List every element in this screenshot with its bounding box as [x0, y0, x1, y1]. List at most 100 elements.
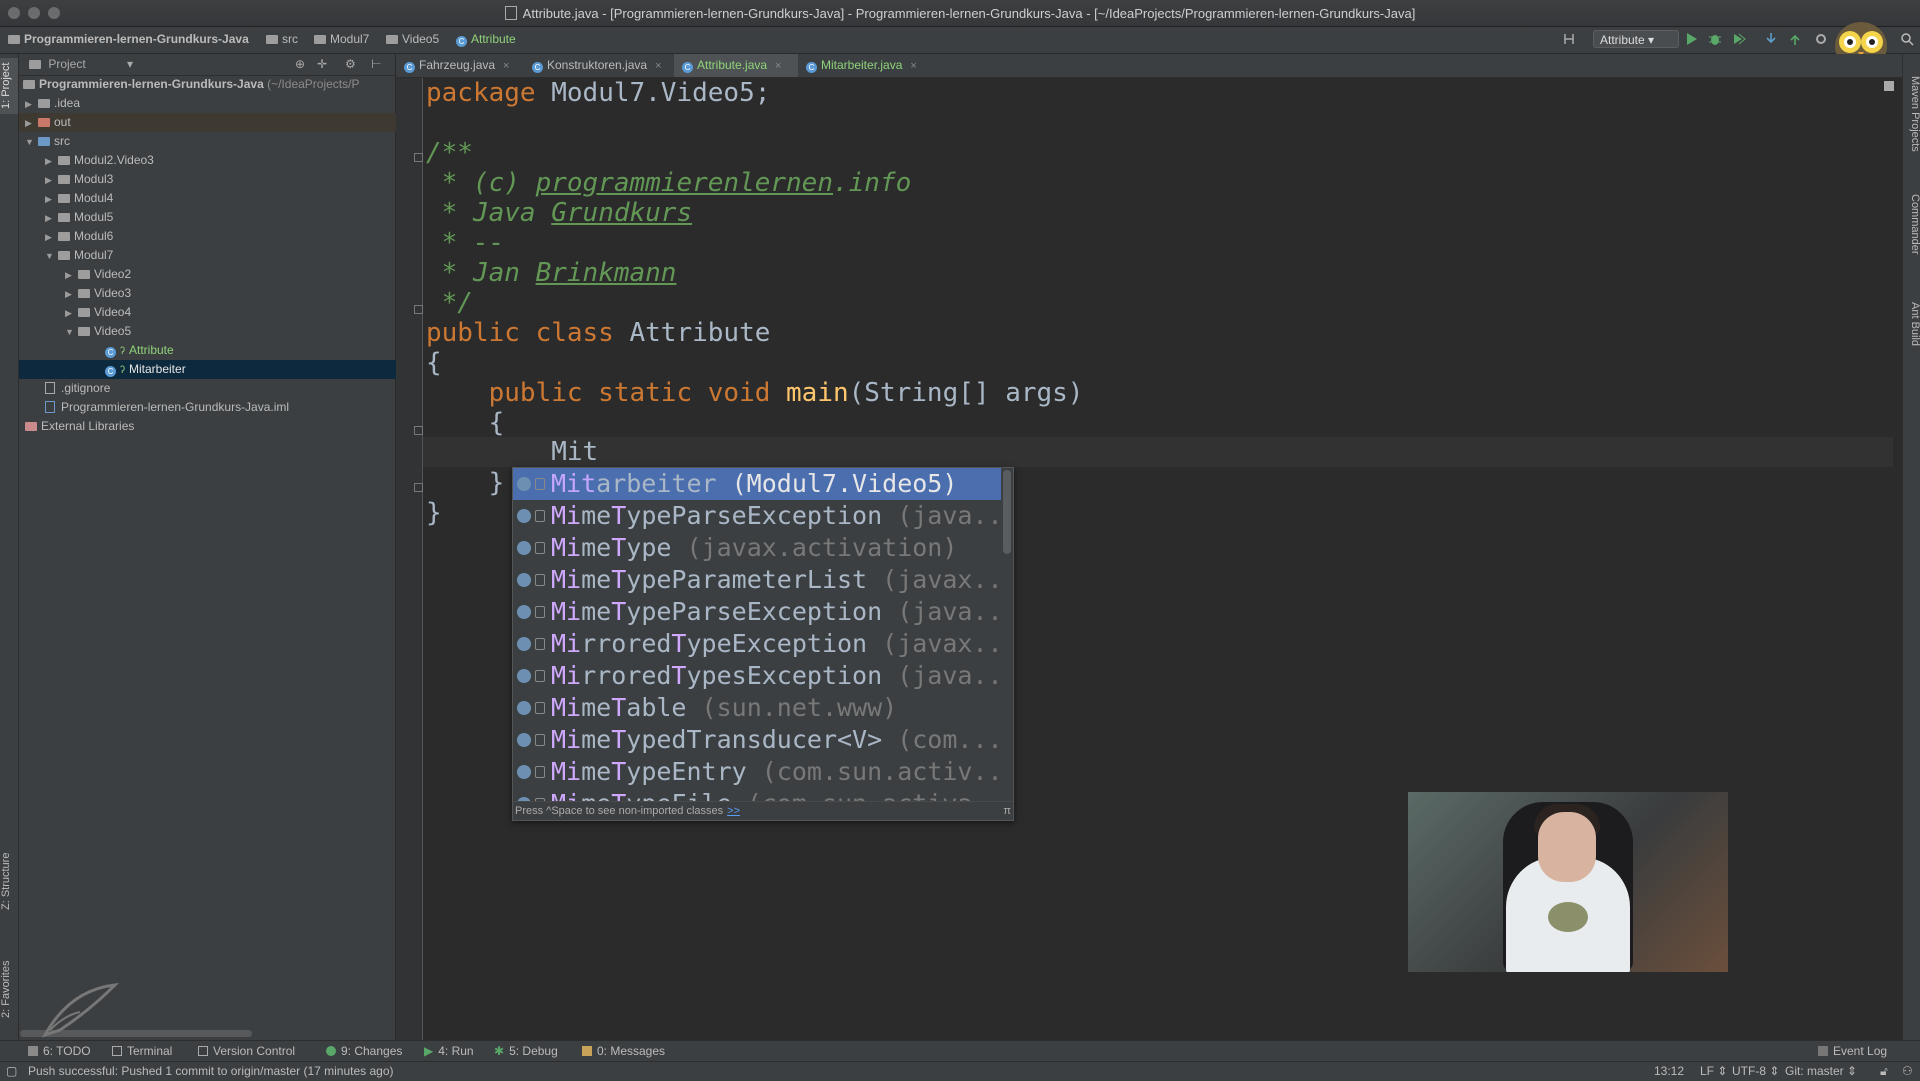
expand-arrow-icon[interactable]: ▶ — [45, 228, 55, 247]
fold-marker-icon[interactable] — [414, 483, 423, 492]
hide-panel-icon[interactable]: ⊢ — [371, 54, 381, 75]
close-icon[interactable]: × — [655, 60, 661, 72]
expand-arrow-icon[interactable]: ▶ — [25, 95, 35, 114]
collapse-arrow-icon[interactable]: ▼ — [25, 133, 35, 152]
completion-item[interactable]: Mitarbeiter (Modul7.Video5) — [513, 468, 1001, 500]
completion-item[interactable]: MimeType (javax.activation) — [513, 532, 1001, 564]
tree-item-modul3[interactable]: ▶ Modul3 — [19, 170, 421, 189]
completion-item[interactable]: MimeTypeParseException (java... — [513, 500, 1001, 532]
expand-arrow-icon[interactable]: ▶ — [45, 209, 55, 228]
scroll-from-source-icon[interactable]: ⊕ — [295, 54, 305, 75]
tab-mitarbeiter[interactable]: C Mitarbeiter.java × — [798, 54, 924, 77]
run-configuration-select[interactable]: Attribute ▾ — [1593, 30, 1679, 48]
project-view-select[interactable]: Project — [48, 57, 85, 71]
todo-tool-button[interactable]: 6: TODO — [28, 1044, 91, 1058]
vcs-update-icon[interactable] — [1764, 32, 1778, 46]
tree-item-out[interactable]: ▶ out — [19, 113, 401, 132]
fold-marker-icon[interactable] — [414, 426, 423, 435]
collapse-arrow-icon[interactable]: ▼ — [65, 323, 75, 342]
tree-item-video2[interactable]: ▶ Video2 — [19, 265, 441, 284]
completion-item[interactable]: MirroredTypesException (java... — [513, 660, 1001, 692]
messages-tool-button[interactable]: 0: Messages — [582, 1044, 665, 1058]
tree-item-project-root[interactable]: Programmieren-lernen-Grundkurs-Java (~/I… — [19, 75, 399, 94]
event-log-tool-button[interactable]: Event Log — [1818, 1044, 1887, 1058]
completion-hint-link[interactable]: >> — [727, 805, 740, 817]
tree-item-modul6[interactable]: ▶ Modul6 — [19, 227, 421, 246]
vcs-compare-icon[interactable] — [1562, 32, 1576, 46]
completion-item[interactable]: MimeTypeParameterList (javax... — [513, 564, 1001, 596]
breadcrumb-modul7[interactable]: Modul7 — [314, 32, 369, 46]
lock-icon[interactable]: 🔓︎ — [1880, 1064, 1888, 1079]
run-coverage-icon[interactable] — [1732, 32, 1746, 46]
expand-arrow-icon[interactable]: ▶ — [45, 152, 55, 171]
close-icon[interactable]: × — [910, 60, 916, 72]
caret-position[interactable]: 13:12 — [1654, 1064, 1684, 1078]
status-message[interactable]: Push successful: Pushed 1 commit to orig… — [28, 1064, 394, 1078]
debug-tool-button[interactable]: ✱ 5: Debug — [494, 1044, 558, 1058]
settings-icon[interactable] — [1814, 32, 1828, 46]
changes-tool-button[interactable]: 9: Changes — [326, 1044, 402, 1058]
tree-item-modul5[interactable]: ▶ Modul5 — [19, 208, 421, 227]
tree-item-video4[interactable]: ▶ Video4 — [19, 303, 441, 322]
encoding-select[interactable]: UTF-8 ⇕ — [1732, 1064, 1779, 1078]
close-icon[interactable]: × — [503, 60, 509, 72]
tree-item-modul4[interactable]: ▶ Modul4 — [19, 189, 421, 208]
expand-arrow-icon[interactable]: ▶ — [45, 190, 55, 209]
tree-item-idea[interactable]: ▶ .idea — [19, 94, 401, 113]
pi-icon[interactable]: π — [1003, 802, 1011, 820]
tree-item-modul2-video3[interactable]: ▶ Modul2.Video3 — [19, 151, 421, 170]
completion-item[interactable]: MimeTypeEntry (com.sun.activ... — [513, 756, 1001, 788]
expand-arrow-icon[interactable]: ▶ — [45, 171, 55, 190]
project-tool-tab[interactable]: 1: Project — [0, 58, 18, 114]
fold-marker-icon[interactable] — [414, 305, 423, 314]
tree-item-video3[interactable]: ▶ Video3 — [19, 284, 441, 303]
expand-arrow-icon[interactable]: ▶ — [65, 285, 75, 304]
fold-marker-icon[interactable] — [414, 153, 423, 162]
tool-windows-toggle-icon[interactable]: ▢ — [6, 1064, 17, 1078]
maven-projects-tool-tab[interactable]: Maven Projects — [1903, 64, 1920, 164]
tree-item-iml[interactable]: Programmieren-lernen-Grundkurs-Java.iml — [19, 398, 421, 417]
close-icon[interactable]: × — [775, 60, 781, 72]
search-icon[interactable] — [1900, 32, 1914, 46]
tree-item-gitignore[interactable]: .gitignore — [19, 379, 421, 398]
line-separator-select[interactable]: LF ⇕ — [1700, 1064, 1727, 1078]
completion-item[interactable]: MimeTypeParseException (java... — [513, 596, 1001, 628]
expand-arrow-icon[interactable]: ▶ — [65, 266, 75, 285]
breadcrumb-src[interactable]: src — [266, 32, 298, 46]
structure-tool-tab[interactable]: Z: Structure — [0, 836, 18, 926]
tab-attribute[interactable]: C Attribute.java × — [674, 54, 798, 77]
gear-icon[interactable]: ⚙ — [345, 54, 356, 75]
tree-item-external-libraries[interactable]: External Libraries — [19, 417, 401, 436]
favorites-tool-tab[interactable]: 2: Favorites — [0, 944, 18, 1034]
vcs-commit-icon[interactable] — [1788, 32, 1802, 46]
terminal-tool-button[interactable]: Terminal — [112, 1044, 172, 1058]
tab-konstruktoren[interactable]: C Konstruktoren.java × — [524, 54, 674, 77]
collapse-arrow-icon[interactable]: ▼ — [45, 247, 55, 266]
tree-item-src[interactable]: ▼ src — [19, 132, 401, 151]
completion-item[interactable]: MirroredTypeException (javax... — [513, 628, 1001, 660]
tab-fahrzeug[interactable]: C Fahrzeug.java × — [396, 54, 524, 77]
collapse-all-icon[interactable]: ✛ — [317, 54, 327, 75]
breadcrumb-video5[interactable]: Video5 — [386, 32, 439, 46]
run-icon[interactable] — [1684, 32, 1698, 46]
git-branch-select[interactable]: Git: master ⇕ — [1785, 1064, 1857, 1078]
expand-arrow-icon[interactable]: ▶ — [65, 304, 75, 323]
tree-item-modul7[interactable]: ▼ Modul7 — [19, 246, 421, 265]
completion-item[interactable]: MimeTypedTransducer<V> (com.... — [513, 724, 1001, 756]
completion-item[interactable]: MimeTable (sun.net.www) — [513, 692, 1001, 724]
tree-item-video5[interactable]: ▼ Video5 — [19, 322, 441, 341]
code-completion-popup[interactable]: Mitarbeiter (Modul7.Video5) MimeTypePars… — [512, 467, 1014, 821]
breadcrumb-project[interactable]: Programmieren-lernen-Grundkurs-Java — [8, 32, 249, 46]
run-tool-button[interactable]: ▶ 4: Run — [424, 1044, 474, 1058]
expand-arrow-icon[interactable]: ▶ — [25, 114, 35, 133]
ant-build-tool-tab[interactable]: Ant Build — [1903, 289, 1920, 359]
debug-icon[interactable] — [1708, 32, 1722, 46]
commander-tool-tab[interactable]: Commander — [1903, 184, 1920, 264]
editor-gutter[interactable] — [396, 78, 423, 1040]
chevron-down-icon[interactable]: ▾ — [127, 54, 133, 75]
breadcrumb-attribute[interactable]: C Attribute — [456, 32, 516, 47]
inspector-icon[interactable]: ⚇ — [1902, 1064, 1913, 1078]
inspection-status-icon[interactable] — [1884, 81, 1894, 91]
completion-scrollbar[interactable] — [1003, 470, 1011, 554]
version-control-tool-button[interactable]: Version Control — [198, 1044, 295, 1058]
